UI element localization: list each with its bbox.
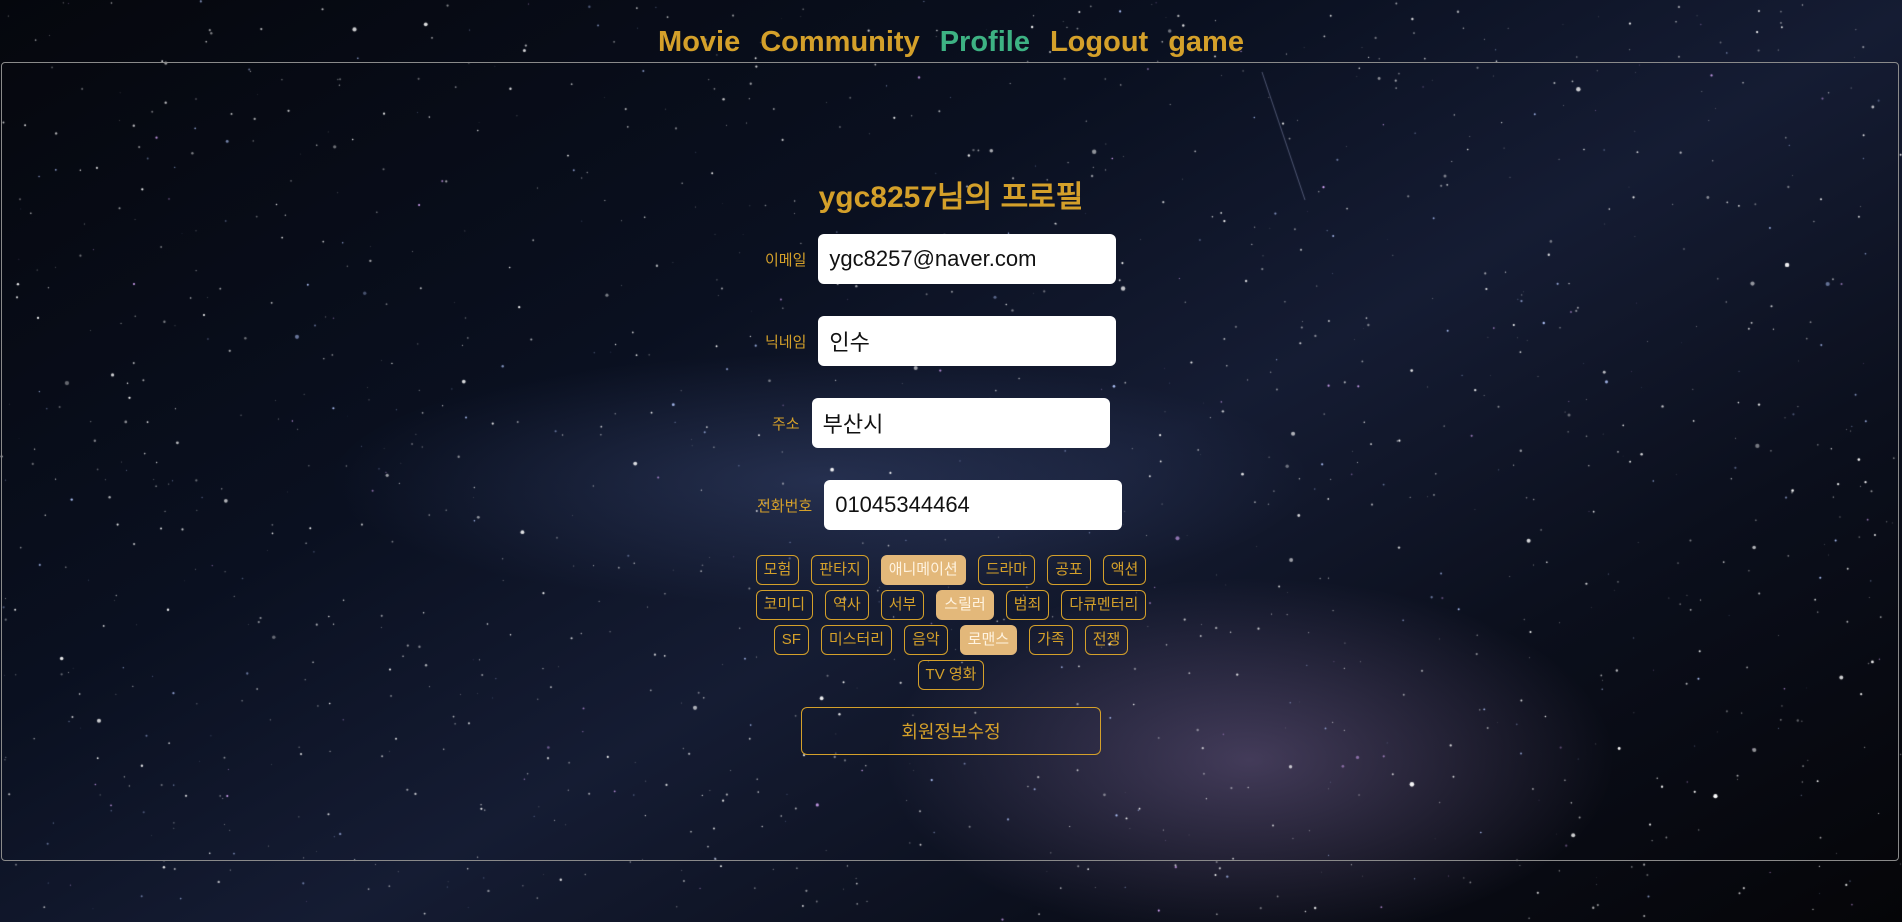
nickname-row: 닉네임: [765, 316, 1117, 366]
email-label: 이메일: [765, 251, 807, 269]
genre-chip-thriller[interactable]: 스릴러: [936, 590, 994, 620]
genre-chip-animation[interactable]: 애니메이션: [880, 555, 966, 585]
nav-profile[interactable]: Profile: [940, 26, 1030, 59]
address-row: 주소: [772, 398, 1110, 448]
genre-chip-history[interactable]: 역사: [825, 590, 869, 620]
nav-logout[interactable]: Logout: [1050, 26, 1148, 59]
address-field[interactable]: [811, 398, 1110, 448]
genre-chip-drama[interactable]: 드라마: [977, 555, 1036, 585]
genre-chip-fantasy[interactable]: 판타지: [811, 555, 869, 585]
genre-chip-tv-movie[interactable]: TV 영화: [917, 660, 985, 690]
genre-chip-action[interactable]: 액션: [1102, 555, 1147, 585]
genre-chip-western[interactable]: 서부: [880, 590, 925, 620]
update-profile-button[interactable]: 회원정보수정: [801, 707, 1101, 755]
phone-label: 전화번호: [757, 497, 813, 515]
email-row: 이메일: [765, 234, 1117, 284]
genre-chip-crime[interactable]: 범죄: [1005, 590, 1050, 620]
email-field[interactable]: [818, 234, 1117, 284]
nav-game[interactable]: game: [1168, 26, 1244, 59]
genre-chip-family[interactable]: 가족: [1029, 625, 1073, 655]
top-navigation: Movie Community Profile Logout game: [0, 26, 1902, 59]
genre-chip-mystery[interactable]: 미스터리: [820, 625, 893, 655]
genre-chip-comedy[interactable]: 코미디: [755, 590, 814, 620]
genre-chip-adventure[interactable]: 모험: [755, 555, 800, 585]
nickname-label: 닉네임: [765, 333, 807, 351]
genre-chip-romance[interactable]: 로맨스: [959, 625, 1018, 655]
phone-row: 전화번호: [757, 480, 1123, 530]
genre-chip-sf[interactable]: SF: [773, 625, 809, 655]
nickname-field[interactable]: [818, 316, 1117, 366]
address-label: 주소: [772, 415, 800, 433]
nav-movie[interactable]: Movie: [658, 26, 740, 59]
genre-chip-horror[interactable]: 공포: [1047, 555, 1091, 585]
genre-chip-war[interactable]: 전쟁: [1084, 625, 1129, 655]
nav-community[interactable]: Community: [760, 26, 920, 59]
genre-selector: 모험 판타지 애니메이션 드라마 공포 액션 코미디 역사 서부 스릴러 범죄 …: [751, 555, 1151, 690]
genre-chip-music[interactable]: 음악: [904, 625, 948, 655]
genre-chip-documentary[interactable]: 다큐멘터리: [1061, 590, 1147, 620]
profile-title: ygc8257님의 프로필: [818, 181, 1084, 214]
phone-field[interactable]: [824, 480, 1123, 530]
